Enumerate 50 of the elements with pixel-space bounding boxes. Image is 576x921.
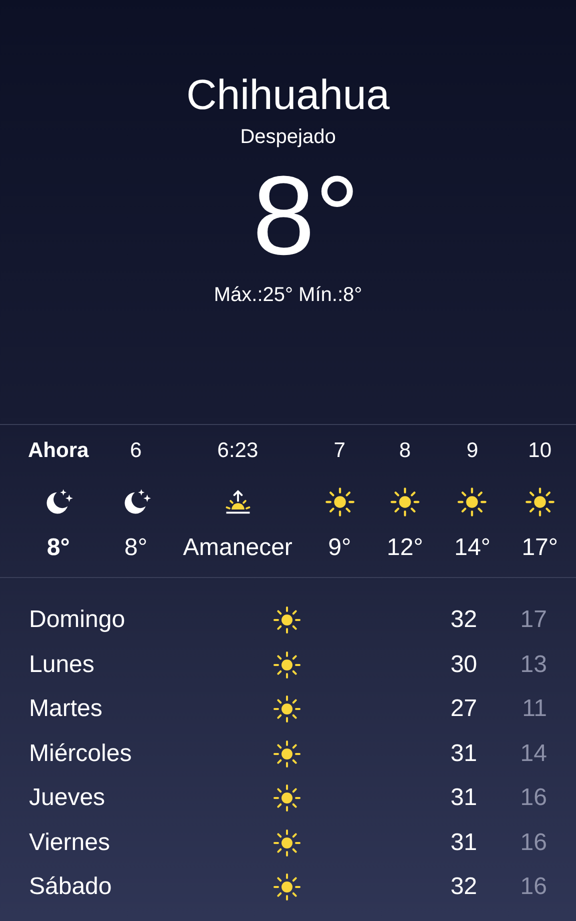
day-name: Viernes (29, 828, 111, 857)
sun-icon (524, 486, 556, 518)
high-temperature: 31 (449, 740, 478, 768)
high-temperature: 27 (449, 695, 478, 724)
hour-label: 10 (528, 438, 552, 464)
hour-label: Ahora (28, 438, 89, 464)
day-name: Lunes (29, 650, 96, 679)
hour-temperature: 12° (386, 533, 424, 563)
sun-icon (456, 486, 488, 518)
hour-label: 7 (334, 438, 346, 464)
hour-temperature: 8° (46, 533, 70, 563)
low-temperature: 14 (519, 740, 547, 768)
hour-temperature: 8° (124, 533, 148, 563)
sun-icon (272, 783, 302, 814)
high-temperature: 31 (449, 784, 478, 812)
sun-icon (272, 694, 302, 724)
hour-label: 6:23 (217, 438, 258, 464)
high-temperature: 30 (449, 650, 478, 679)
low-temperature: 16 (519, 784, 547, 812)
hour-temperature: 17° (522, 533, 558, 563)
hour-label: 6 (130, 438, 142, 464)
day-name: Martes (29, 695, 104, 724)
sun-icon (272, 605, 302, 636)
city-name: Chihuahua (186, 70, 390, 120)
hour-temperature: 14° (454, 533, 491, 563)
current-temperature: 8° (251, 161, 360, 271)
sun-icon (272, 872, 302, 902)
low-temperature: 17 (519, 606, 547, 634)
hour-label: 8 (399, 438, 411, 464)
day-name: Jueves (29, 784, 106, 812)
sun-icon (388, 486, 421, 518)
day-name: Miércoles (29, 740, 133, 768)
sun-icon (272, 828, 302, 858)
sun-icon (272, 650, 302, 680)
low-temperature: 16 (519, 828, 547, 857)
hour-temperature: 9° (328, 533, 352, 563)
low-temperature: 13 (519, 650, 547, 679)
high-temperature: 32 (449, 606, 478, 634)
high-temperature: 32 (449, 873, 478, 902)
weather-condition: Despejado (240, 125, 336, 149)
low-temperature: 16 (519, 873, 547, 902)
low-temperature: 11 (521, 695, 547, 724)
sun-icon (272, 738, 302, 769)
hour-temperature: Amanecer (183, 533, 292, 563)
day-name: Sábado (29, 873, 113, 902)
day-name: Domingo (29, 606, 126, 634)
high-temperature: 31 (449, 828, 478, 857)
sun-icon (324, 486, 356, 518)
high-low-temperature: Máx.:25° Mín.:8° (214, 283, 362, 307)
hour-label: 9 (466, 438, 478, 464)
